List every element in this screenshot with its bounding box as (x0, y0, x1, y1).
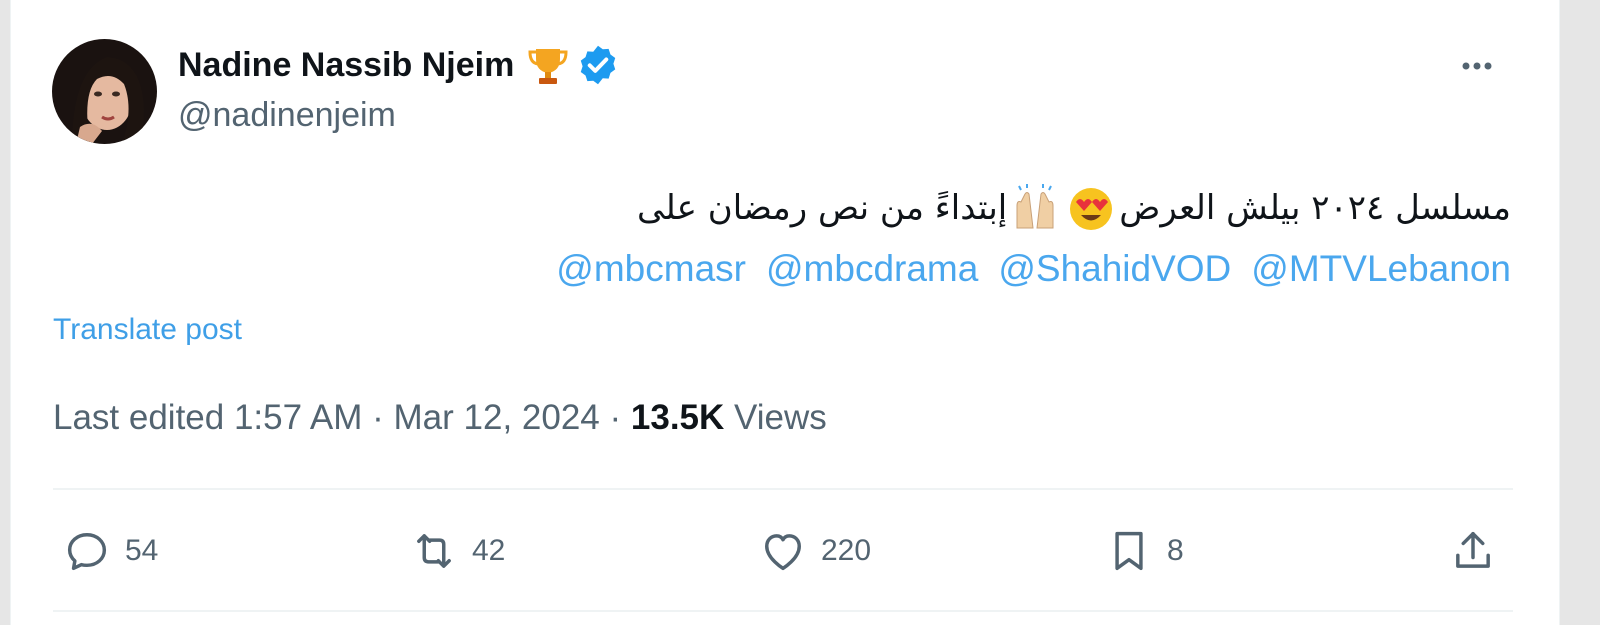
divider (53, 610, 1513, 612)
trophy-icon (526, 43, 570, 87)
mention-mtvlebanon[interactable]: @MTVLebanon (1251, 248, 1511, 290)
like-button[interactable]: 220 (757, 525, 871, 577)
meta-separator: · (372, 398, 384, 437)
bookmark-icon (1115, 531, 1143, 571)
tweet-meta: Last edited 1:57 AM · Mar 12, 2024 · 13.… (53, 398, 827, 438)
more-dots-icon (1462, 62, 1492, 70)
mention-shahidvod[interactable]: @ShahidVOD (998, 248, 1231, 290)
more-options-button[interactable] (1451, 48, 1501, 84)
reply-button[interactable]: 54 (61, 525, 158, 577)
raising-hands-emoji-icon (1011, 184, 1059, 232)
avatar[interactable] (52, 39, 157, 144)
repost-icon (417, 534, 451, 568)
share-icon (1456, 531, 1490, 568)
repost-count: 42 (472, 534, 506, 567)
author-name[interactable]: Nadine Nassib Njeim (178, 46, 514, 85)
bookmark-button[interactable]: 8 (1103, 525, 1184, 577)
mention-mbcmasr[interactable]: @mbcmasr (556, 248, 746, 290)
translate-post-link[interactable]: Translate post (53, 313, 242, 347)
post-date[interactable]: Mar 12, 2024 (394, 398, 600, 437)
mentions-line: @mbcmasr @mbcdrama @ShahidVOD @MTVLebano… (556, 248, 1511, 290)
share-button[interactable] (1447, 525, 1499, 577)
edited-time[interactable]: Last edited 1:57 AM (53, 398, 362, 437)
repost-button[interactable]: 42 (408, 525, 505, 577)
mention-mbcdrama[interactable]: @mbcdrama (766, 248, 978, 290)
verified-badge-icon[interactable] (576, 43, 620, 87)
meta-separator: · (609, 398, 622, 437)
reply-icon (67, 533, 107, 571)
author-name-row: Nadine Nassib Njeim (178, 40, 620, 90)
reply-count: 54 (125, 534, 159, 567)
tweet-text-part2: إبتداءً من نص رمضان على (637, 188, 1008, 228)
tweet-text-part1: مسلسل ٢٠٢٤ بيلش العرض (1119, 188, 1511, 228)
views-label: Views (734, 398, 827, 437)
divider (53, 488, 1513, 490)
like-count: 220 (821, 534, 872, 567)
tweet-text: مسلسل ٢٠٢٤ بيلش العرض إبتداءً من نص رمضا… (637, 184, 1511, 232)
author-handle[interactable]: @nadinenjeim (178, 96, 396, 135)
heart-icon (765, 534, 801, 571)
views-count: 13.5K (630, 398, 725, 437)
bookmark-count: 8 (1167, 534, 1184, 567)
tweet-card: Nadine Nassib Njeim @nadinenjeim مسلسل ٢… (10, 0, 1560, 625)
heart-eyes-emoji-icon (1067, 184, 1115, 232)
